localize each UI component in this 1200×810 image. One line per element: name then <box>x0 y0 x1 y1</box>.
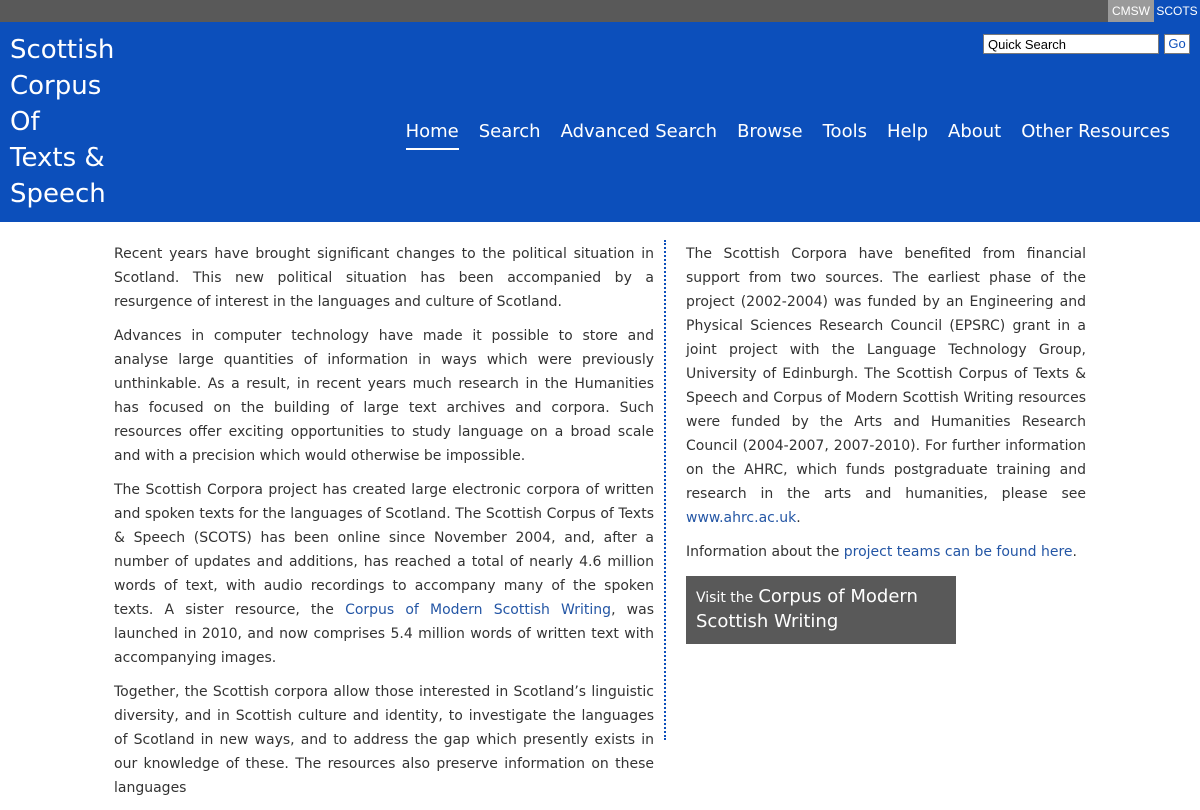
site-title[interactable]: Scottish Corpus Of Texts & Speech <box>10 32 130 212</box>
intro-paragraph: Together, the Scottish corpora allow tho… <box>114 684 654 796</box>
visit-cmsw-button[interactable]: Visit the Corpus of Modern Scottish Writ… <box>686 576 956 644</box>
project-teams-paragraph: Information about the project teams can … <box>686 540 1086 564</box>
paragraph-text: Information about the <box>686 544 844 560</box>
nav-help[interactable]: Help <box>887 120 928 150</box>
quick-search-input[interactable] <box>983 34 1159 54</box>
intro-paragraph: Recent years have brought significant ch… <box>114 246 654 310</box>
nav-advanced-search[interactable]: Advanced Search <box>561 120 717 150</box>
nav-other-resources[interactable]: Other Resources <box>1021 120 1170 150</box>
nav-search[interactable]: Search <box>479 120 541 150</box>
funding-column: The Scottish Corpora have benefited from… <box>686 242 1086 644</box>
paragraph-text: The Scottish Corpora project has created… <box>114 482 654 618</box>
paragraph-text: The Scottish Corpora have benefited from… <box>686 246 1086 502</box>
paragraph-text: . <box>796 510 801 526</box>
nav-about[interactable]: About <box>948 120 1001 150</box>
main-nav: Home Search Advanced Search Browse Tools… <box>405 120 1170 150</box>
intro-paragraph: Advances in computer technology have mad… <box>114 328 654 464</box>
cmsw-site-link[interactable]: CMSW <box>1108 0 1154 22</box>
site-header: Scottish Corpus Of Texts & Speech Go Hom… <box>0 22 1200 222</box>
site-title-line: Corpus <box>10 71 102 101</box>
site-title-line: Speech <box>10 179 106 209</box>
column-divider <box>664 240 666 740</box>
site-title-line: Of <box>10 107 40 137</box>
site-title-line: Texts & <box>10 143 105 173</box>
project-teams-link[interactable]: project teams can be found here <box>844 544 1073 560</box>
visit-label: Visit the <box>696 590 754 606</box>
nav-home[interactable]: Home <box>405 120 459 150</box>
scots-site-link[interactable]: SCOTS <box>1154 0 1200 22</box>
search-go-button[interactable]: Go <box>1164 34 1190 54</box>
intro-column: Recent years have brought significant ch… <box>114 242 654 810</box>
intro-paragraph: The Scottish Corpora project has created… <box>114 478 654 670</box>
site-title-line: Scottish <box>10 35 115 65</box>
funding-paragraph: The Scottish Corpora have benefited from… <box>686 242 1086 530</box>
top-bar: CMSW SCOTS <box>0 0 1200 22</box>
nav-browse[interactable]: Browse <box>737 120 803 150</box>
cmsw-link[interactable]: Corpus of Modern Scottish Writing <box>345 602 611 618</box>
nav-tools[interactable]: Tools <box>823 120 867 150</box>
ahrc-link[interactable]: www.ahrc.ac.uk <box>686 510 796 526</box>
paragraph-text: . <box>1072 544 1077 560</box>
